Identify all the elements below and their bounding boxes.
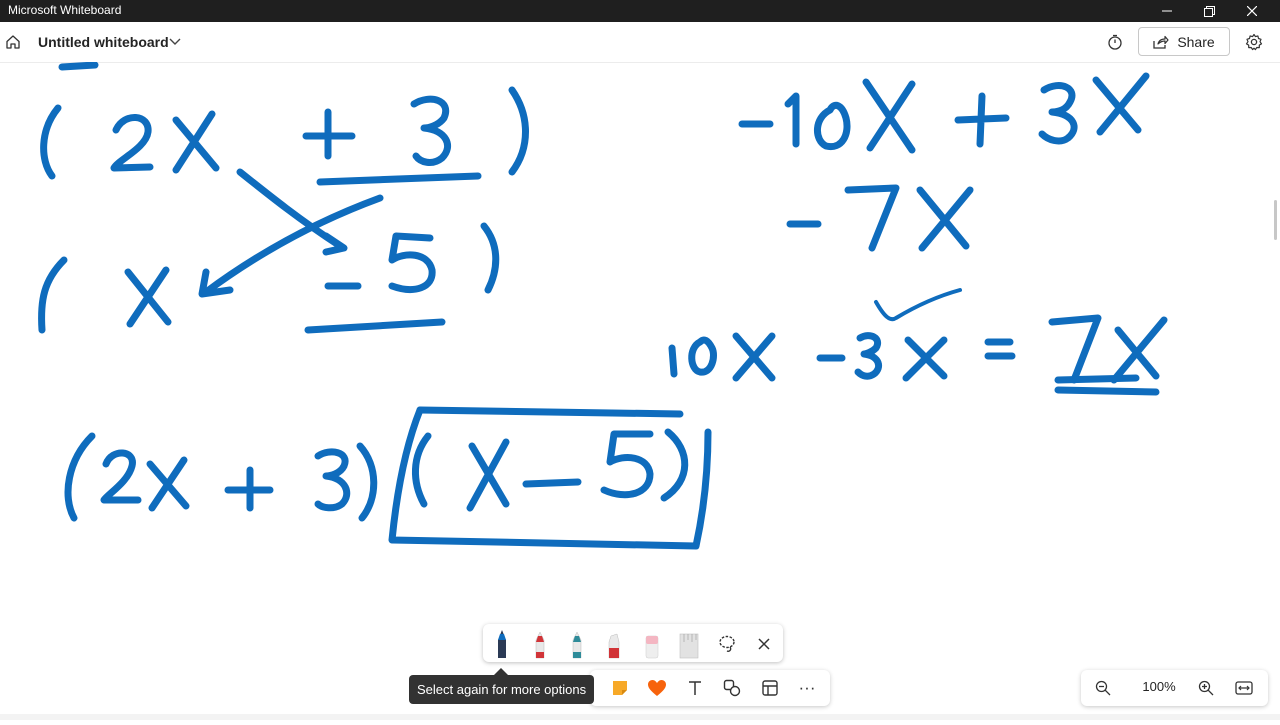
home-icon [6,35,20,49]
share-label: Share [1177,33,1215,50]
taskbar-edge [0,714,1280,720]
zoom-in-button[interactable] [1194,676,1218,700]
more-options-button[interactable]: ··· [795,676,819,700]
fit-to-screen-button[interactable] [1232,676,1256,700]
eraser-icon[interactable] [639,628,665,660]
close-icon [1247,6,1257,16]
share-button[interactable]: Share [1138,27,1230,56]
board-title[interactable]: Untitled whiteboard [38,34,169,50]
timer-icon [1108,34,1122,50]
minimize-button[interactable] [1144,0,1190,22]
fit-to-screen-icon [1235,681,1253,695]
share-icon [1153,35,1169,49]
sticky-note-button[interactable] [608,676,632,700]
blue-pen-icon[interactable] [489,628,515,660]
ruler-icon[interactable] [676,628,702,660]
zoom-out-button[interactable] [1091,676,1115,700]
chevron-down-icon[interactable] [168,36,182,48]
template-button[interactable] [758,676,782,700]
zoom-toolbar: 100% [1081,670,1268,706]
ink-drawing [38,61,1168,550]
red-pen-icon[interactable] [527,628,553,660]
zoom-in-icon [1198,680,1214,696]
restore-button[interactable] [1186,0,1232,22]
more-icon: ··· [798,678,816,697]
title-bar: Microsoft Whiteboard [0,0,1280,22]
text-button[interactable] [683,676,707,700]
bottom-toolbar: ··· [590,670,830,706]
whiteboard-canvas[interactable] [0,61,1280,720]
reaction-heart-icon [648,680,666,696]
zoom-out-icon [1095,680,1111,696]
pen-toolbar [483,624,783,662]
red-highlighter-icon[interactable] [601,628,627,660]
shapes-button[interactable] [720,676,744,700]
minimize-icon [1162,10,1172,12]
shapes-icon [723,679,741,697]
template-icon [762,680,778,696]
vertical-scrollbar[interactable] [1272,62,1280,720]
gear-icon [1245,33,1263,51]
lasso-icon[interactable] [714,628,740,660]
close-window-button[interactable] [1229,0,1275,22]
tooltip: Select again for more options [409,675,595,704]
teal-pen-icon[interactable] [564,628,590,660]
timer-button[interactable] [1104,31,1126,53]
sticky-note-icon [613,681,627,695]
text-icon [689,681,701,695]
tooltip-arrow [494,668,508,675]
close-icon[interactable] [751,628,777,660]
restore-icon [1203,5,1215,17]
app-header: Untitled whiteboard Share [0,22,1280,63]
scrollbar-thumb[interactable] [1274,200,1277,240]
settings-button[interactable] [1243,31,1265,53]
home-button[interactable] [2,30,24,54]
zoom-level[interactable]: 100% [1133,679,1185,694]
reaction-button[interactable] [645,676,669,700]
app-title: Microsoft Whiteboard [8,3,122,17]
